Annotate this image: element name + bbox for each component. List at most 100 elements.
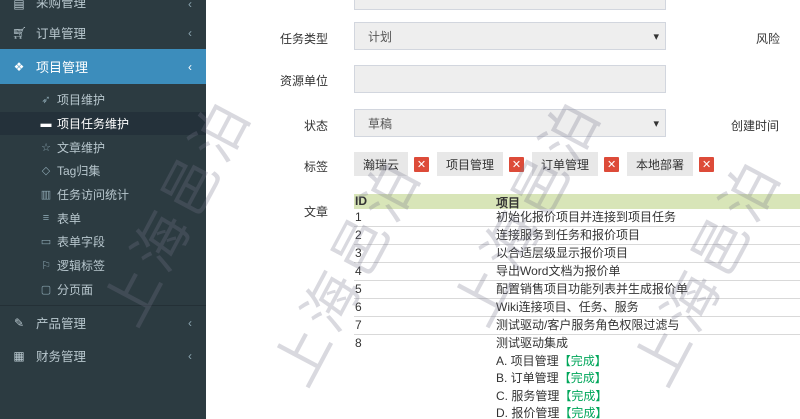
tag-chip: 本地部署 — [627, 152, 694, 176]
tag-icon: ◇ — [41, 165, 51, 178]
status-label: 状态 — [303, 119, 328, 133]
nav-purchase-label: 采购管理 — [36, 0, 87, 10]
cart-icon: 🛒︎ — [12, 25, 28, 40]
sub-line: B. 订单管理【完成】 — [496, 370, 800, 388]
card-icon: ▬ — [40, 117, 52, 130]
delete-tag-button[interactable]: ✕ — [509, 156, 525, 172]
sub-line-text: C. 服务管理 — [496, 388, 560, 403]
table-row: 5 配置销售项目功能列表并生成报价单 — [354, 281, 800, 299]
sidebar: ▤ 采购管理 ‹ 🛒︎ 订单管理 ‹ ❖ 项目管理 ‹ ➶ 项目维护 ▬ 项目任务维… — [0, 0, 206, 419]
table-row: 1 初始化报价项目并连接到项目任务 — [354, 209, 800, 227]
sub-form[interactable]: ≡ 表单 — [0, 206, 206, 230]
cell-id: 1 — [355, 210, 362, 224]
header-id: ID — [355, 194, 367, 208]
cell-item: 初始化报价项目并连接到项目任务 — [496, 210, 677, 224]
status-value: 草稿 — [368, 116, 393, 131]
tag-chip: 瀚瑞云 — [354, 152, 409, 176]
chevron-left-icon: ‹ — [188, 25, 192, 40]
nav-products[interactable]: ✎ 产品管理 ‹ — [0, 306, 206, 339]
bar-chart-icon: ▥ — [40, 189, 52, 202]
table-row: 2 连接服务到任务和报价项目 — [354, 227, 800, 245]
sub-label: 任务访问统计 — [57, 188, 130, 203]
cell-id: 4 — [355, 264, 362, 278]
nav-purchase[interactable]: ▤ 采购管理 ‹ — [0, 0, 206, 11]
sub-task-maint[interactable]: ▬ 项目任务维护 — [0, 111, 206, 136]
chevron-down-icon: ‹ — [188, 59, 192, 74]
tag-chip: 项目管理 — [437, 152, 504, 176]
cell-item: Wiki连接项目、任务、服务 — [496, 300, 639, 314]
cell-item-text: 测试驱动集成 — [496, 336, 569, 350]
cell-item: 以合适层级显示报价项目 — [496, 246, 629, 260]
header-item: 项目 — [496, 196, 521, 210]
article-table: ID 项目 1 初始化报价项目并连接到项目任务 2 连接服务到任务和报价项目 3 以合… — [354, 194, 800, 419]
cell-id: 7 — [355, 318, 362, 332]
chevron-left-icon: ‹ — [188, 348, 192, 363]
sub-line: A. 项目管理【完成】 — [496, 353, 800, 371]
sub-task-stats[interactable]: ▥ 任务访问统计 — [0, 183, 206, 207]
sub-form-fields[interactable]: ▭ 表单字段 — [0, 230, 206, 254]
sub-project-maint[interactable]: ➶ 项目维护 — [0, 88, 206, 112]
nav-projects-label: 项目管理 — [36, 60, 89, 75]
table-row: 7 测试驱动/客户服务角色权限过滤与 — [354, 317, 800, 335]
article-label: 文章 — [303, 205, 328, 219]
cell-id: 6 — [355, 300, 362, 314]
edit-icon: ✎ — [13, 315, 25, 330]
delete-tag-button[interactable]: ✕ — [604, 156, 620, 172]
cubes-icon: ❖ — [13, 59, 25, 74]
cell-item: 测试驱动/客户服务角色权限过滤与 — [496, 318, 680, 332]
table-header: ID 项目 — [354, 194, 800, 210]
cell-id: 5 — [355, 282, 362, 296]
folder-icon: ▢ — [40, 283, 52, 296]
task-type-value: 计划 — [368, 29, 393, 44]
cell-id: 2 — [355, 228, 362, 242]
sub-label: 项目维护 — [57, 93, 106, 108]
sub-tag-collect[interactable]: ◇ Tag归集 — [0, 159, 206, 183]
cell-id: 3 — [355, 246, 362, 260]
table-row: 3 以合适层级显示报价项目 — [354, 245, 800, 263]
sub-line-text: B. 订单管理 — [496, 371, 559, 385]
sub-label: 逻辑标签 — [57, 259, 106, 274]
nav-finance-label: 财务管理 — [36, 350, 87, 365]
nav-orders-label: 订单管理 — [36, 27, 87, 41]
delete-tag-button[interactable]: ✕ — [699, 156, 715, 172]
cell-id: 8 — [355, 336, 362, 350]
cell-item: 导出Word文档为报价单 — [496, 264, 621, 278]
sub-article-maint[interactable]: ☆ 文章维护 — [0, 135, 206, 159]
done-badge: 【完成】 — [558, 353, 607, 368]
status-select[interactable]: 草稿 — [354, 109, 666, 137]
list-icon: ≡ — [42, 212, 50, 225]
sub-line: D. 报价管理【完成】 — [496, 405, 800, 419]
table-row: 6 Wiki连接项目、任务、服务 — [354, 299, 800, 317]
resource-input[interactable] — [354, 65, 666, 93]
resource-label: 资源单位 — [279, 74, 328, 88]
sub-pages[interactable]: ▢ 分页面 — [0, 278, 206, 302]
sub-label: 表单字段 — [57, 235, 106, 250]
risk-label: 风险 — [756, 32, 781, 46]
table-row: 4 导出Word文档为报价单 — [354, 263, 800, 281]
table-row: 8 测试驱动集成 A. 项目管理【完成】 B. 订单管理【完成】 C. 服务管理… — [354, 335, 800, 419]
sub-label: 表单 — [57, 211, 82, 226]
nav-orders[interactable]: 🛒︎ 订单管理 ‹ — [0, 16, 206, 49]
tag-list: 瀚瑞云 ✕ 项目管理 ✕ 订单管理 ✕ 本地部署 ✕ — [354, 152, 722, 176]
chevron-left-icon: ‹ — [188, 315, 192, 330]
main-content: 任务类型 计划 风险 资源单位 状态 草稿 创建时间 标签 瀚瑞云 ✕ 项目管理 ✕… — [206, 0, 800, 419]
top-field-partial[interactable] — [354, 0, 666, 10]
nav-projects[interactable]: ❖ 项目管理 ‹ — [0, 49, 206, 84]
sub-label: 项目任务维护 — [57, 117, 130, 132]
task-type-select[interactable]: 计划 — [354, 22, 666, 50]
sub-line: C. 服务管理【完成】 — [496, 388, 800, 406]
done-badge: 【完成】 — [559, 388, 608, 403]
done-badge: 【完成】 — [558, 371, 607, 385]
sub-logic-tags[interactable]: ⚐ 逻辑标签 — [0, 254, 206, 278]
delete-tag-button[interactable]: ✕ — [414, 156, 430, 172]
cell-item: 连接服务到任务和报价项目 — [496, 228, 641, 242]
nav-products-label: 产品管理 — [36, 317, 87, 332]
created-time-label: 创建时间 — [731, 119, 780, 133]
nav-finance[interactable]: ▦ 财务管理 ‹ — [0, 339, 206, 372]
list-icon: ▤ — [13, 0, 25, 11]
finance-icon: ▦ — [13, 348, 25, 363]
sub-label: 分页面 — [57, 282, 94, 297]
done-badge: 【完成】 — [559, 406, 608, 419]
flag-icon: ⚐ — [41, 260, 51, 273]
tags-label: 标签 — [303, 160, 328, 174]
